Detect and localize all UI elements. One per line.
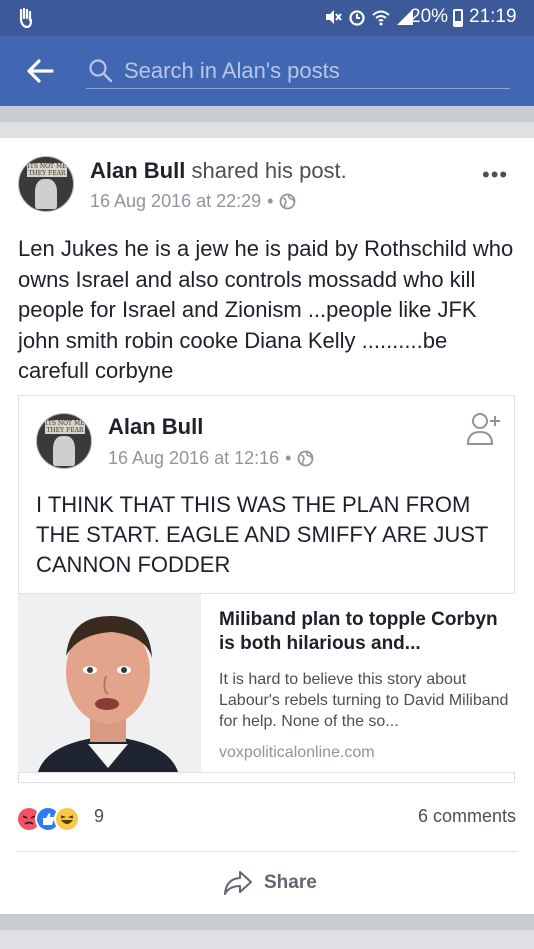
share-label: Share [264, 872, 317, 893]
alarm-icon [349, 10, 365, 26]
link-thumbnail [18, 594, 201, 772]
clock: 21:19 [469, 6, 517, 27]
haha-reaction-icon [54, 806, 80, 832]
bottom-separator [0, 914, 534, 949]
link-domain: voxpoliticalonline.com [219, 744, 375, 761]
reactions-summary[interactable]: 9 [16, 806, 126, 832]
battery-percent: 20% [410, 6, 449, 27]
avatar-sign: ITS NOT ME THEY FEAR [45, 420, 85, 434]
avatar-figure [35, 179, 57, 209]
post-card: ITS NOT ME THEY FEAR Alan Bull shared hi… [0, 138, 534, 914]
back-arrow-icon[interactable] [26, 58, 54, 84]
post-timestamp[interactable]: 16 Aug 2016 at 22:29 [90, 191, 261, 212]
status-icons [324, 8, 414, 26]
link-preview[interactable]: Miliband plan to topple Corbyn is both h… [18, 593, 515, 773]
globe-icon [280, 193, 296, 210]
separator [0, 106, 534, 122]
add-friend-icon[interactable] [465, 410, 503, 446]
share-icon [224, 871, 252, 895]
meta-dot: • [267, 191, 274, 211]
post-header: Alan Bull shared his post. [90, 158, 347, 184]
hand-icon [19, 7, 33, 29]
portrait-image [18, 594, 201, 772]
search-icon [89, 59, 113, 83]
avatar-figure [53, 436, 75, 466]
shared-post[interactable]: ITS NOT ME THEY FEAR Alan Bull 16 Aug 20… [18, 395, 515, 783]
post-text: Len Jukes he is a jew he is paid by Roth… [18, 236, 514, 383]
mute-icon [326, 10, 342, 24]
link-description: It is hard to believe this story about L… [219, 671, 509, 730]
link-title: Miliband plan to topple Corbyn is both h… [219, 609, 498, 654]
shared-post-text: I THINK THAT THIS WAS THE PLAN FROM THE … [36, 492, 488, 577]
search-input[interactable]: Search in Alan's posts [86, 54, 510, 89]
shared-meta: 16 Aug 2016 at 12:16 • [108, 448, 314, 469]
search-placeholder: Search in Alan's posts [124, 58, 340, 83]
avatar-sign: ITS NOT ME THEY FEAR [27, 163, 67, 177]
shared-avatar[interactable]: ITS NOT ME THEY FEAR [36, 413, 92, 469]
shared-author[interactable]: Alan Bull [108, 414, 203, 440]
action-divider [16, 851, 518, 852]
wifi-icon [372, 10, 390, 26]
globe-icon [298, 450, 314, 467]
share-button[interactable]: Share [222, 866, 317, 900]
avatar[interactable]: ITS NOT ME THEY FEAR [18, 156, 74, 212]
battery-icon [453, 9, 463, 27]
shared-timestamp[interactable]: 16 Aug 2016 at 12:16 [108, 448, 279, 469]
meta-dot: • [285, 448, 292, 468]
shared-author-name[interactable]: Alan Bull [108, 414, 203, 439]
post-action: shared his post. [191, 158, 347, 183]
status-bar: 20% 21:19 [0, 0, 534, 36]
comments-count[interactable]: 6 comments [418, 806, 516, 827]
app-bar: Search in Alan's posts [0, 36, 534, 106]
reaction-count: 9 [94, 806, 105, 826]
more-options-icon[interactable]: ••• [482, 162, 508, 188]
post-meta: 16 Aug 2016 at 22:29 • [90, 191, 296, 212]
author-name[interactable]: Alan Bull [90, 158, 185, 183]
